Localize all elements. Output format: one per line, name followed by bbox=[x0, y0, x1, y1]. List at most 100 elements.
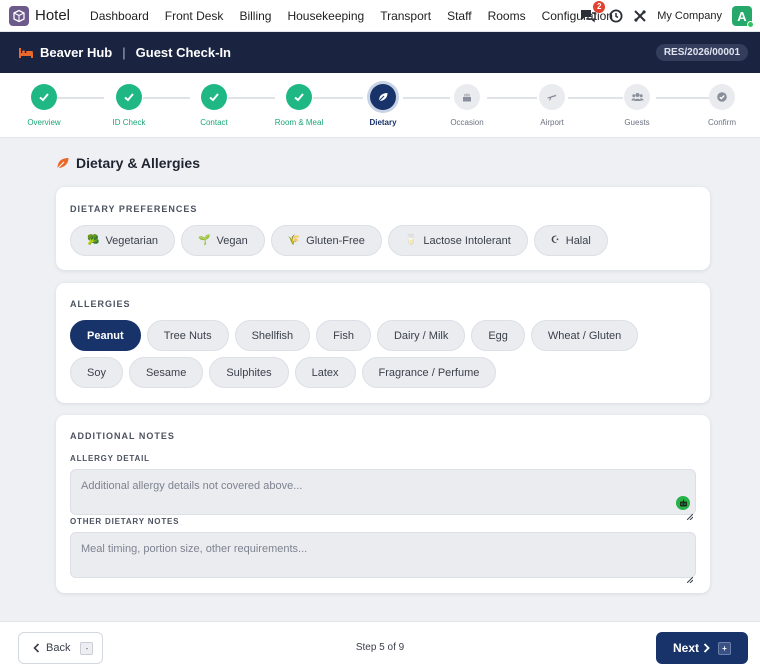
allergy-chip-sesame[interactable]: Sesame bbox=[128, 357, 204, 388]
menu-item-transport[interactable]: Transport bbox=[372, 0, 439, 32]
menu-item-front-desk[interactable]: Front Desk bbox=[157, 0, 232, 32]
resize-handle-icon[interactable] bbox=[686, 570, 694, 584]
cake-icon bbox=[454, 84, 480, 110]
step-contact[interactable]: Contact bbox=[174, 84, 254, 127]
step-occasion[interactable]: Occasion bbox=[427, 84, 507, 127]
chevron-right-icon bbox=[703, 643, 710, 653]
avatar-initial: A bbox=[737, 8, 747, 24]
plane-icon bbox=[539, 84, 565, 110]
reservation-badge: RES/2026/00001 bbox=[655, 44, 748, 61]
step-overview[interactable]: Overview bbox=[4, 84, 84, 127]
menu-item-rooms[interactable]: Rooms bbox=[480, 0, 534, 32]
menu-item-billing[interactable]: Billing bbox=[231, 0, 279, 32]
check-icon bbox=[31, 84, 57, 110]
allergy-chip-sulphites[interactable]: Sulphites bbox=[209, 357, 289, 388]
leaf-icon bbox=[56, 156, 70, 170]
chip-label: Gluten-Free bbox=[306, 234, 365, 247]
step-label: Dietary bbox=[369, 118, 397, 127]
menu-item-dashboard[interactable]: Dashboard bbox=[82, 0, 157, 32]
step-label: Airport bbox=[540, 118, 564, 127]
chip-label: Vegan bbox=[216, 234, 248, 247]
dietary-preferences-label: DIETARY PREFERENCES bbox=[70, 204, 198, 214]
allergies-card: ALLERGIES Peanut Tree Nuts Shellfish Fis… bbox=[56, 283, 710, 403]
online-status-dot bbox=[747, 21, 754, 28]
broccoli-icon: 🥦 bbox=[87, 235, 100, 246]
user-avatar[interactable]: A bbox=[732, 6, 754, 28]
dietary-chip-gluten-free[interactable]: 🌾 Gluten-Free bbox=[270, 225, 382, 256]
step-guests[interactable]: Guests bbox=[597, 84, 677, 127]
step-id-check[interactable]: ID Check bbox=[89, 84, 169, 127]
bed-icon bbox=[18, 46, 34, 60]
dietary-chip-halal[interactable]: ☪ Halal bbox=[533, 225, 608, 256]
wheat-icon: 🌾 bbox=[287, 235, 301, 246]
step-label: Overview bbox=[27, 118, 61, 127]
tools-icon[interactable] bbox=[633, 9, 647, 23]
chat-icon[interactable]: 2 bbox=[579, 1, 606, 25]
wizard-footer: Back - Step 5 of 9 Next + bbox=[0, 621, 760, 667]
other-dietary-notes-label: OTHER DIETARY NOTES bbox=[70, 517, 180, 526]
allergy-chip-shellfish[interactable]: Shellfish bbox=[234, 320, 311, 351]
main-menu: Dashboard Front Desk Billing Housekeepin… bbox=[82, 0, 621, 32]
step-label: Contact bbox=[200, 118, 228, 127]
step-label: Confirm bbox=[707, 118, 736, 127]
step-confirm[interactable]: Confirm bbox=[682, 84, 760, 127]
resize-handle-icon[interactable] bbox=[686, 507, 694, 521]
app-logo-icon[interactable] bbox=[9, 5, 29, 26]
chip-label: Vegetarian bbox=[105, 234, 159, 247]
allergy-chip-fish[interactable]: Fish bbox=[316, 320, 371, 351]
additional-notes-label: ADDITIONAL NOTES bbox=[70, 431, 175, 441]
step-airport[interactable]: Airport bbox=[512, 84, 592, 127]
checkin-stepper: Overview ID Check Contact Room & Meal Di… bbox=[0, 73, 760, 138]
allergy-chip-latex[interactable]: Latex bbox=[294, 357, 356, 388]
next-button[interactable]: Next + bbox=[656, 632, 748, 664]
allergy-options: Peanut Tree Nuts Shellfish Fish Dairy / … bbox=[70, 320, 660, 388]
next-shortcut-key: + bbox=[718, 641, 731, 655]
allergy-chip-peanut[interactable]: Peanut bbox=[70, 320, 141, 351]
top-navbar: Hotel Dashboard Front Desk Billing House… bbox=[0, 0, 760, 32]
dietary-chip-lactose-intolerant[interactable]: 🥛 Lactose Intolerant bbox=[387, 225, 528, 256]
company-switcher[interactable]: My Company bbox=[657, 10, 722, 22]
step-room-meal[interactable]: Room & Meal bbox=[259, 84, 339, 127]
dietary-chip-vegetarian[interactable]: 🥦 Vegetarian bbox=[70, 225, 176, 256]
additional-notes-card: ADDITIONAL NOTES ALLERGY DETAIL OTHER DI… bbox=[56, 415, 710, 593]
check-icon bbox=[286, 84, 312, 110]
allergy-detail-label: ALLERGY DETAIL bbox=[70, 454, 150, 463]
chip-label: Halal bbox=[565, 234, 591, 247]
step-counter: Step 5 of 9 bbox=[355, 642, 405, 653]
hub-name: Beaver Hub bbox=[40, 45, 113, 60]
menu-item-housekeeping[interactable]: Housekeeping bbox=[279, 0, 372, 32]
chat-badge: 2 bbox=[593, 1, 606, 13]
step-label: Occasion bbox=[450, 118, 484, 127]
step-label: Guests bbox=[624, 118, 650, 127]
check-icon bbox=[116, 84, 142, 110]
crescent-icon: ☪ bbox=[550, 235, 560, 246]
dietary-options: 🥦 Vegetarian 🌱 Vegan 🌾 Gluten-Free 🥛 Lactose… bbox=[70, 225, 608, 256]
clock-icon[interactable] bbox=[609, 9, 623, 23]
seedling-icon: 🌱 bbox=[198, 235, 211, 246]
allergy-chip-fragrance-perfume[interactable]: Fragrance / Perfume bbox=[361, 357, 497, 388]
dietary-chip-vegan[interactable]: 🌱 Vegan bbox=[181, 225, 265, 256]
step-label: ID Check bbox=[112, 118, 146, 127]
check-icon bbox=[201, 84, 227, 110]
section-title: Dietary & Allergies bbox=[76, 155, 200, 171]
next-label: Next bbox=[672, 641, 699, 655]
other-dietary-notes-input[interactable] bbox=[70, 532, 696, 578]
allergy-chip-egg[interactable]: Egg bbox=[471, 320, 525, 351]
header-separator: | bbox=[122, 45, 126, 60]
menu-item-staff[interactable]: Staff bbox=[439, 0, 479, 32]
nav-systray: 2 My Company A bbox=[579, 0, 754, 32]
allergies-label: ALLERGIES bbox=[70, 299, 131, 309]
step-label: Room & Meal bbox=[274, 118, 324, 127]
check-circle-icon bbox=[709, 84, 735, 110]
allergy-chip-soy[interactable]: Soy bbox=[70, 357, 123, 388]
milk-icon: 🥛 bbox=[404, 235, 418, 246]
app-name[interactable]: Hotel bbox=[35, 7, 70, 24]
leaf-icon bbox=[370, 84, 396, 110]
chip-label: Lactose Intolerant bbox=[423, 234, 511, 247]
allergy-chip-dairy-milk[interactable]: Dairy / Milk bbox=[376, 320, 466, 351]
allergy-chip-wheat-gluten[interactable]: Wheat / Gluten bbox=[530, 320, 639, 351]
step-dietary[interactable]: Dietary bbox=[343, 84, 423, 127]
allergy-detail-input[interactable] bbox=[70, 469, 696, 515]
page-title: Guest Check-In bbox=[135, 45, 231, 60]
allergy-chip-tree-nuts[interactable]: Tree Nuts bbox=[146, 320, 229, 351]
